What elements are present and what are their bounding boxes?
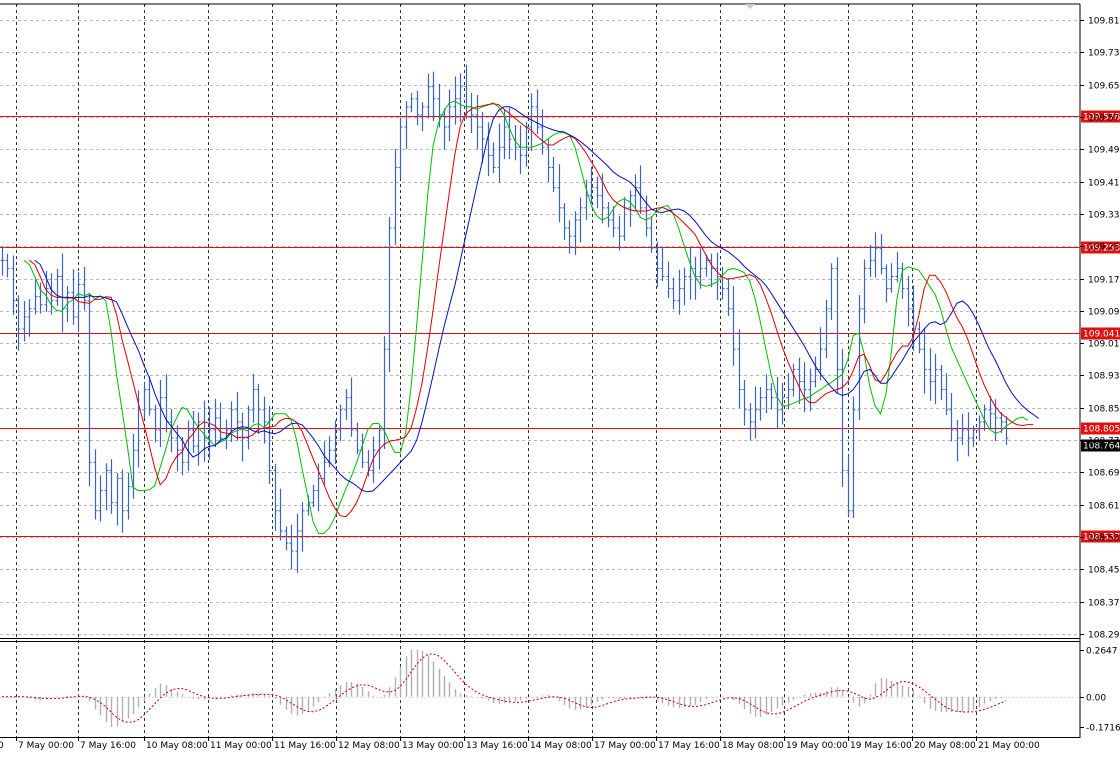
price-tick-label: 108.295 [1088, 631, 1120, 641]
price-tick-label: 108.855 [1088, 405, 1120, 415]
price-tick-label: 109.495 [1088, 146, 1120, 156]
time-tick-label: 10 May 08:00 [146, 741, 208, 751]
price-tick-label: 109.735 [1088, 49, 1120, 59]
time-tick-label: 21 May 00:00 [978, 741, 1040, 751]
price-tick-label: 109.335 [1088, 211, 1120, 221]
time-tick-label: 11 May 16:00 [274, 741, 336, 751]
chart-background [0, 0, 1120, 758]
price-tick-label: 109.655 [1088, 82, 1120, 92]
osc-tick-label: 0.00 [1086, 694, 1106, 704]
price-tick-label: 108.615 [1088, 502, 1120, 512]
osc-tick-label: 0.2647 [1086, 647, 1118, 657]
price-tick-label: 109.815 [1088, 17, 1120, 27]
time-tick-label: 7 May 00:00 [18, 741, 74, 751]
price-tick-label: 108.695 [1088, 469, 1120, 479]
price-tick-label: 109.095 [1088, 308, 1120, 318]
time-tick-label: 11 May 00:00 [210, 741, 272, 751]
time-tick-label: 12 May 08:00 [338, 741, 400, 751]
time-tick-label: 13 May 00:00 [402, 741, 464, 751]
price-chart[interactable]: 109.578109.253109.041108.805108.537108.7… [0, 0, 1120, 758]
time-tick-label: 13 May 16:00 [466, 741, 528, 751]
time-tick-label: 0 [0, 741, 4, 751]
time-tick-label: 7 May 16:00 [80, 741, 136, 751]
time-tick-label: 19 May 00:00 [786, 741, 848, 751]
time-tick-label: 19 May 16:00 [850, 741, 912, 751]
level-label: 108.805 [1083, 425, 1120, 435]
price-tick-label: 109.575 [1088, 114, 1120, 124]
price-tick-label: 108.535 [1088, 534, 1120, 544]
price-tick-label: 109.015 [1088, 340, 1120, 350]
level-label: 109.041 [1083, 330, 1120, 340]
time-tick-label: 14 May 08:00 [530, 741, 592, 751]
time-tick-label: 17 May 00:00 [594, 741, 656, 751]
price-tick-label: 109.175 [1088, 276, 1120, 286]
price-tick-label: 108.935 [1088, 372, 1120, 382]
price-tick-label: 109.255 [1088, 243, 1120, 253]
price-tick-label: 108.775 [1088, 437, 1120, 447]
time-tick-label: 18 May 08:00 [722, 741, 784, 751]
price-tick-label: 109.415 [1088, 179, 1120, 189]
price-tick-label: 108.455 [1088, 566, 1120, 576]
osc-tick-label: -0.1716 [1086, 724, 1120, 734]
time-tick-label: 17 May 16:00 [658, 741, 720, 751]
price-tick-label: 108.375 [1088, 599, 1120, 609]
time-tick-label: 20 May 08:00 [914, 741, 976, 751]
